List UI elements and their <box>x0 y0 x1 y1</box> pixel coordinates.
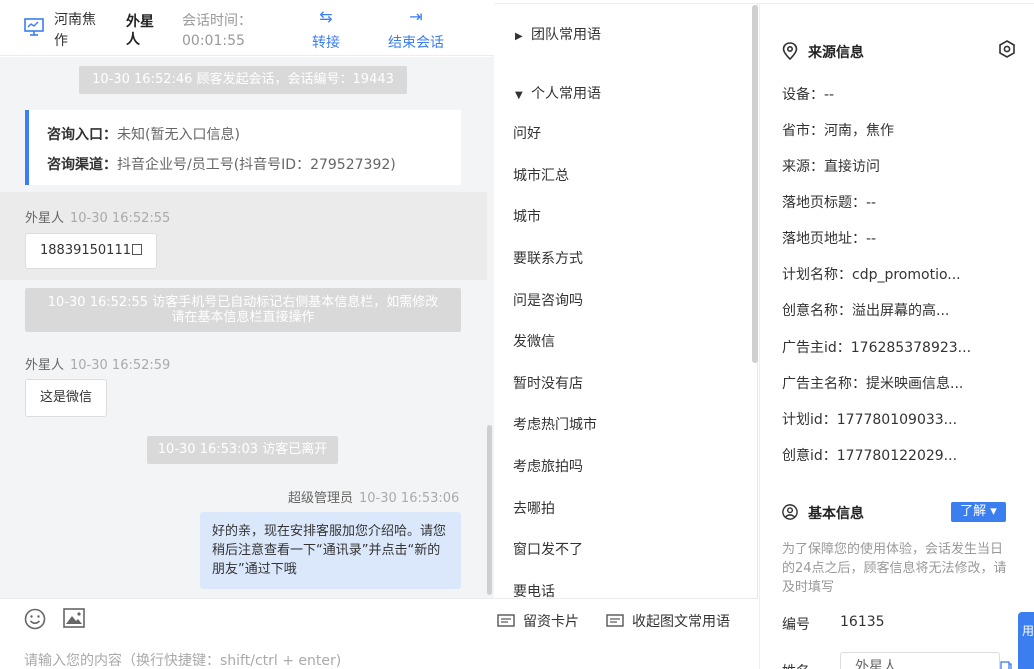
copy-icon[interactable] <box>131 244 142 255</box>
system-message: 10-30 16:52:55 访客手机号已自动标记右侧基本信息栏，如需修改 请在… <box>25 288 461 332</box>
source-info-title: 来源信息 <box>782 42 864 62</box>
message-time: 10-30 16:52:55 <box>70 211 171 226</box>
team-phrases-group[interactable]: ▶ 团队常用语 <box>515 24 601 44</box>
end-session-button[interactable]: ⇥ 结束会话 <box>388 8 444 52</box>
info-panel: 来源信息 设备：-- 省市：河南，焦作 来源：直接访问 落地页标题：-- 落地页… <box>759 0 1034 669</box>
transfer-label: 转接 <box>312 35 340 51</box>
settings-icon[interactable] <box>998 40 1016 58</box>
phrase-item[interactable]: 考虑热门城市 <box>513 414 597 434</box>
system-message: 10-30 16:53:03 访客已离开 <box>147 436 338 464</box>
system-message-line: 请在基本信息栏直接操作 <box>171 310 315 325</box>
phrases-footer: 留资卡片 收起图文常用语 <box>495 598 758 669</box>
channel-value: 抖音企业号/员工号(抖音号ID：279527392) <box>117 157 396 173</box>
swap-icon: ⇆ <box>319 7 333 26</box>
visitor-location: 河南焦作 <box>54 12 96 49</box>
plan-name-field: 计划名称：cdp_promotio... <box>782 267 961 283</box>
phrase-item[interactable]: 窗口发不了 <box>513 539 583 559</box>
basic-info-notice: 为了保障您的使用体验，会话发生当日的24点之后，顾客信息将无法修改，请及时填写 <box>782 542 1007 595</box>
plan-id-field: 计划id：177780109033... <box>782 412 958 428</box>
creative-name-field: 创意名称：溢出屏幕的高... <box>782 303 950 319</box>
message-list[interactable]: 10-30 16:52:46 顾客发起会话，会话编号：19443 咨询入口：未知… <box>0 57 494 598</box>
id-value: 16135 <box>840 614 885 630</box>
transfer-button[interactable]: ⇆ 转接 <box>312 8 340 52</box>
entry-value: 未知(暂无入口信息) <box>117 127 240 143</box>
card-icon <box>606 614 624 627</box>
personal-phrases-group[interactable]: ▼ 个人常用语 <box>515 83 601 103</box>
sender-name: 外星人 <box>25 211 65 226</box>
user-icon <box>782 504 798 520</box>
message-sender: 外星人 10-30 16:52:55 <box>25 207 170 226</box>
phrase-item[interactable]: 问是咨询吗 <box>513 290 583 310</box>
name-input[interactable]: 外星人 <box>840 652 1000 669</box>
caret-right-icon: ▶ <box>515 31 523 42</box>
session-time: 00:01:55 <box>182 33 245 49</box>
id-label: 编号 <box>782 617 810 633</box>
sender-name: 超级管理员 <box>288 491 354 506</box>
system-message-line: 10-30 16:52:55 访客手机号已自动标记右侧基本信息栏，如需修改 <box>47 295 439 310</box>
floating-side-tab[interactable]: 用 <box>1018 612 1034 669</box>
name-label: 姓名 <box>782 661 810 669</box>
group-label: 团队常用语 <box>531 27 601 43</box>
lead-card-button[interactable]: 留资卡片 <box>497 611 579 631</box>
landing-url-field: 落地页地址：-- <box>782 231 877 247</box>
location-pin-icon <box>782 42 798 60</box>
message-bubble[interactable]: 18839150111 <box>25 233 157 269</box>
image-icon[interactable] <box>63 608 85 628</box>
device-field: 设备：-- <box>782 87 835 103</box>
session-time-label: 会话时间： <box>182 13 252 29</box>
phrase-item[interactable]: 去哪拍 <box>513 498 555 518</box>
channel-label: 咨询渠道： <box>47 157 117 173</box>
learn-more-button[interactable]: 了解 ▾ <box>951 502 1006 522</box>
phrase-item[interactable]: 城市汇总 <box>513 165 569 185</box>
entry-label: 咨询入口： <box>47 127 117 143</box>
province-field: 省市：河南，焦作 <box>782 123 894 139</box>
emoji-icon[interactable] <box>24 608 46 630</box>
message-sender: 外星人 10-30 16:52:59 <box>25 354 170 373</box>
section-label: 来源信息 <box>808 45 864 61</box>
caret-down-icon: ▼ <box>515 90 523 101</box>
copy-icon[interactable] <box>1000 661 1012 669</box>
advertiser-id-field: 广告主id：176285378923... <box>782 340 972 356</box>
phrase-item[interactable]: 暂时没有店 <box>513 373 583 393</box>
chat-panel: 河南焦作 外星人 会话时间： 00:01:55 ⇆ 转接 ⇥ 结束会话 10-3… <box>0 0 494 669</box>
message-time: 10-30 16:53:06 <box>359 491 460 506</box>
basic-info-title: 基本信息 <box>782 503 864 523</box>
landing-title-field: 落地页标题：-- <box>782 195 877 211</box>
message-time: 10-30 16:52:59 <box>70 358 171 373</box>
top-strip <box>494 0 1034 4</box>
collapse-phrases-button[interactable]: 收起图文常用语 <box>606 611 730 631</box>
message-text: 18839150111 <box>40 243 131 258</box>
chat-scrollbar[interactable] <box>487 425 492 595</box>
message-bubble[interactable]: 这是微信 <box>25 379 108 417</box>
chat-header: 河南焦作 外星人 会话时间： 00:01:55 ⇆ 转接 ⇥ 结束会话 <box>0 0 494 56</box>
advertiser-name-field: 广告主名称：提米映画信息... <box>782 376 964 392</box>
message-sender: 超级管理员 10-30 16:53:06 <box>288 487 459 506</box>
card-icon <box>497 614 515 627</box>
group-label: 个人常用语 <box>531 86 601 102</box>
system-message: 10-30 16:52:46 顾客发起会话，会话编号：19443 <box>79 66 407 94</box>
end-session-label: 结束会话 <box>388 35 444 51</box>
inquiry-info-card: 咨询入口：未知(暂无入口信息) 咨询渠道：抖音企业号/员工号(抖音号ID：279… <box>25 110 461 185</box>
exit-icon: ⇥ <box>409 7 423 26</box>
creative-id-field: 创意id：177780122029... <box>782 448 958 464</box>
agent-message-bubble[interactable]: 好的亲，现在安排客服加您介绍哈。请您稍后注意查看一下“通讯录”并点击“新的朋友”… <box>200 512 461 589</box>
collapse-phrases-label: 收起图文常用语 <box>632 614 730 630</box>
origin-field: 来源：直接访问 <box>782 159 880 175</box>
message-input-area[interactable]: 请输入您的内容（换行快捷键：shift/ctrl + enter) <box>0 598 494 669</box>
message-text: 这是微信 <box>40 390 93 405</box>
visitor-name: 外星人 <box>126 14 154 48</box>
phrase-item[interactable]: 发微信 <box>513 331 555 351</box>
lead-card-label: 留资卡片 <box>523 614 579 630</box>
monitor-icon <box>24 18 44 36</box>
section-label: 基本信息 <box>808 506 864 522</box>
phrases-scrollbar[interactable] <box>752 5 758 363</box>
phrases-panel: ▶ 团队常用语 ▼ 个人常用语 问好 城市汇总 城市 要联系方式 问是咨询吗 发微信… <box>495 0 758 669</box>
phrase-item[interactable]: 问好 <box>513 123 541 143</box>
phrase-item[interactable]: 要联系方式 <box>513 248 583 268</box>
message-input[interactable]: 请输入您的内容（换行快捷键：shift/ctrl + enter) <box>24 650 341 669</box>
phrase-item[interactable]: 考虑旅拍吗 <box>513 456 583 476</box>
phrase-item[interactable]: 城市 <box>513 206 541 226</box>
sender-name: 外星人 <box>25 358 65 373</box>
